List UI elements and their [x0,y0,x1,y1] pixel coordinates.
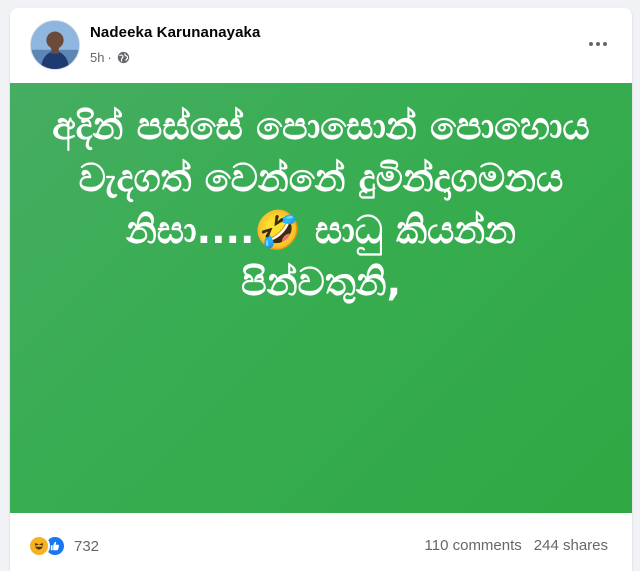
reaction-count[interactable]: 732 [74,538,99,555]
author-name[interactable]: Nadeeka Karunanayaka [90,24,260,41]
post-time[interactable]: 5h [90,50,104,65]
engagement-stats: 110 comments 244 shares [425,537,608,554]
post-text: අදින් පස්සේ පොසොන් පොහොය වැදගත් වෙන්නේ ද… [52,104,590,304]
more-dot-icon [603,42,607,46]
meta-separator: · [107,50,112,65]
post-card: Nadeeka Karunanayaka 5h · අදින් පස්සේ පො… [10,8,632,571]
avatar-photo [31,21,79,69]
post-meta: 5h · [90,50,130,65]
shares-count[interactable]: 244 shares [534,537,608,554]
more-dot-icon [596,42,600,46]
post-footer: 732 110 comments 244 shares [10,513,632,571]
post-header: Nadeeka Karunanayaka 5h · [10,8,632,84]
author-avatar[interactable] [30,20,80,70]
more-dot-icon [589,42,593,46]
haha-icon [28,535,50,557]
reactions-summary[interactable]: 732 [28,535,99,557]
comments-count[interactable]: 110 comments [425,537,522,554]
globe-icon[interactable] [117,51,130,64]
more-options-button[interactable] [584,34,612,54]
